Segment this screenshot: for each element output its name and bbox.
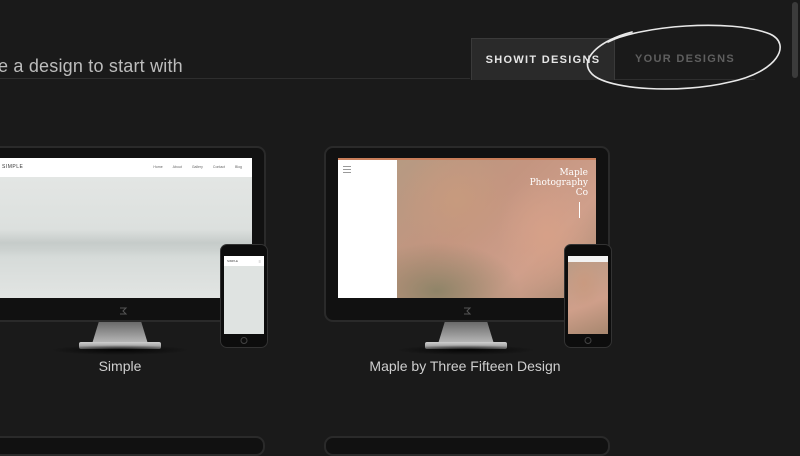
page-scrollbar[interactable] bbox=[792, 2, 798, 78]
nav-link: Contact bbox=[212, 165, 225, 169]
hero-image bbox=[0, 177, 252, 298]
template-brand: Maple Photography Co bbox=[529, 168, 588, 198]
mobile-preview bbox=[568, 256, 608, 334]
desktop-preview: Maple Photography Co bbox=[338, 158, 596, 298]
nav-link: Blog bbox=[234, 165, 242, 169]
monitor-stand bbox=[92, 322, 148, 344]
home-button bbox=[240, 337, 248, 344]
design-title: Simple bbox=[98, 358, 142, 374]
mobile-device bbox=[564, 244, 612, 348]
menu-icon: ≡ bbox=[258, 259, 261, 264]
monitor-stand bbox=[438, 322, 494, 344]
home-button bbox=[584, 337, 592, 344]
mobile-logo: SIMPLE bbox=[227, 259, 239, 263]
design-card-next-1[interactable] bbox=[0, 436, 265, 456]
template-nav: SIMPLE Home About Gallery Contact Blog bbox=[0, 158, 252, 177]
nav-link: Home bbox=[153, 165, 163, 169]
design-card-maple[interactable]: Maple Photography Co Maple by Three Fift… bbox=[300, 0, 630, 400]
nav-link: Gallery bbox=[191, 165, 203, 169]
design-card-next-2[interactable] bbox=[324, 436, 610, 456]
showit-logo-icon bbox=[464, 307, 472, 315]
mobile-preview: SIMPLE ≡ bbox=[224, 256, 264, 334]
design-title: Maple by Three Fifteen Design bbox=[369, 358, 561, 374]
design-card-simple[interactable]: SIMPLE Home About Gallery Contact Blog S… bbox=[0, 0, 300, 400]
mobile-device: SIMPLE ≡ bbox=[220, 244, 268, 348]
menu-icon bbox=[343, 166, 351, 175]
template-logo: SIMPLE bbox=[2, 164, 24, 170]
nav-link: About bbox=[172, 165, 182, 169]
desktop-preview: SIMPLE Home About Gallery Contact Blog bbox=[0, 158, 252, 298]
showit-logo-icon bbox=[120, 307, 128, 315]
